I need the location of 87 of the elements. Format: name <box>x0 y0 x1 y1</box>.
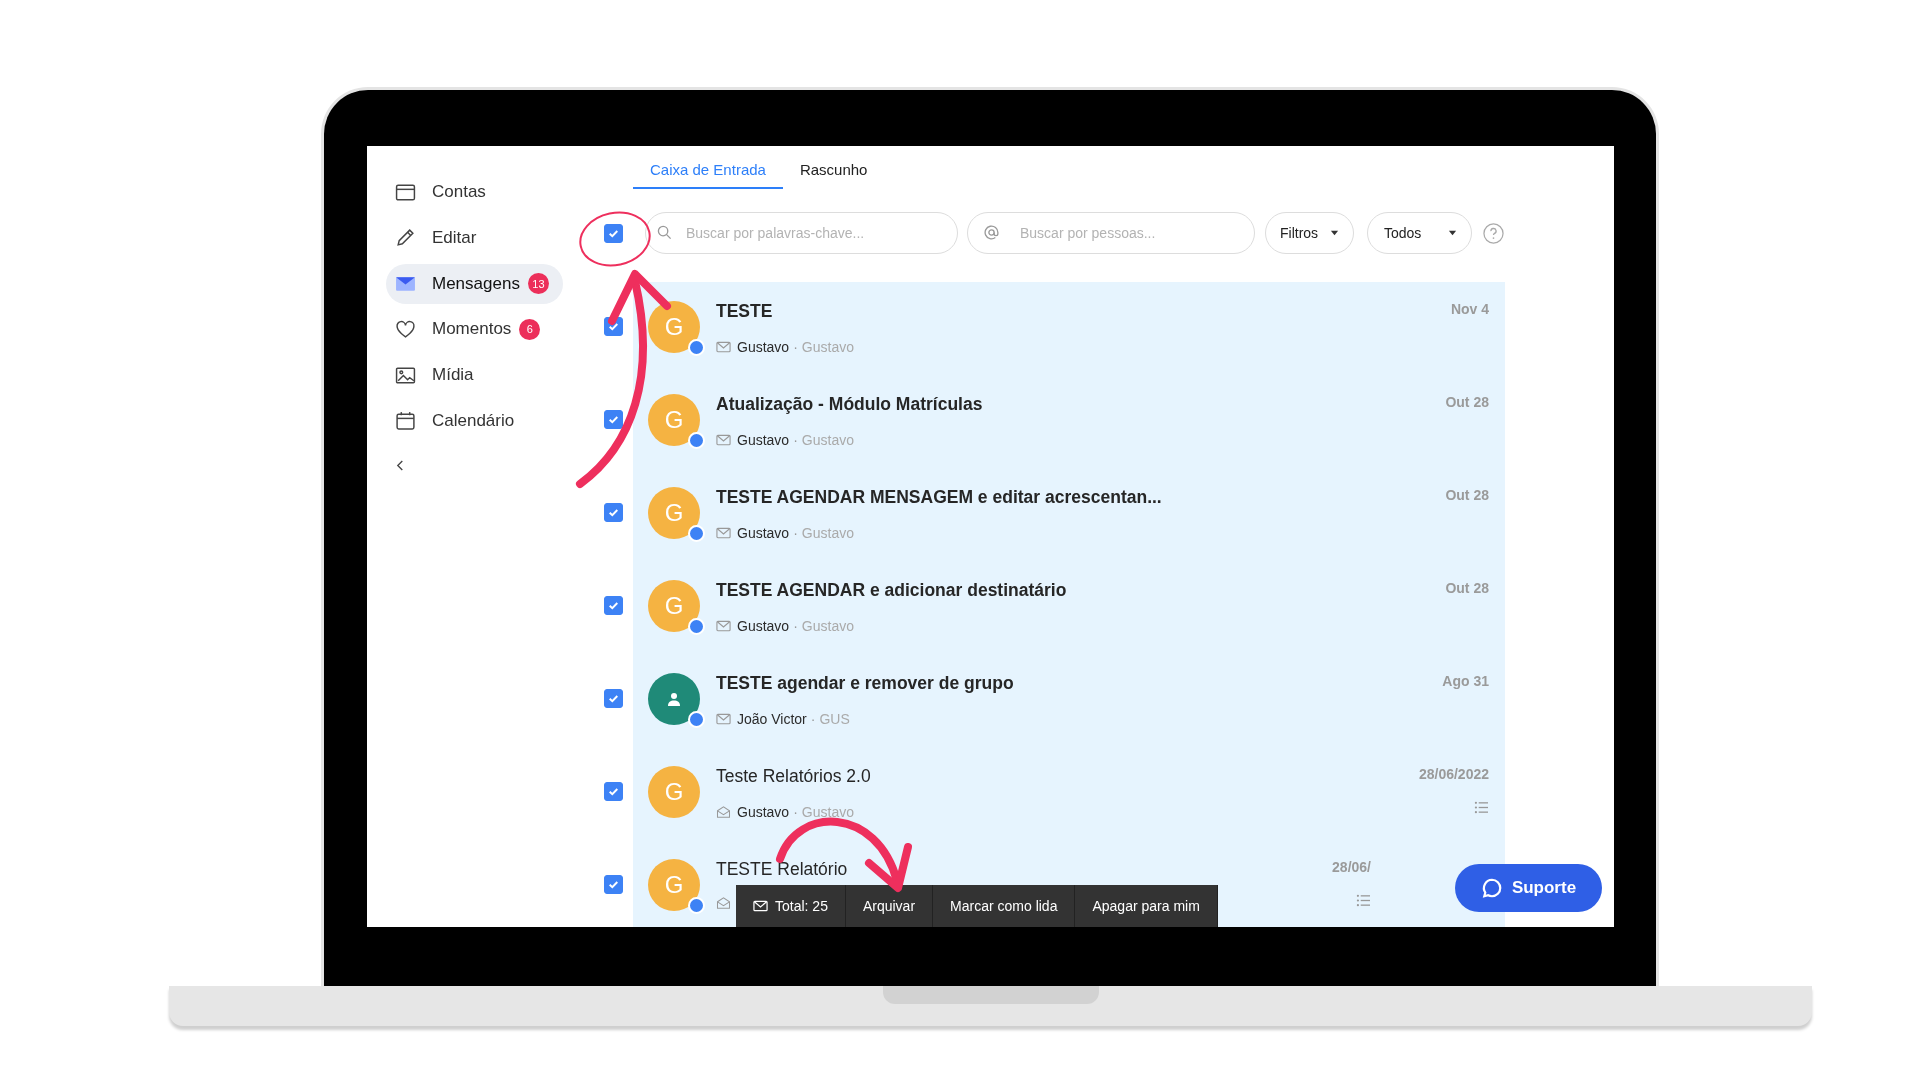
recipient-name: Gustavo <box>801 804 854 820</box>
check-icon <box>606 506 620 519</box>
row-checkbox[interactable] <box>603 503 623 522</box>
calendar-icon <box>395 410 416 432</box>
message-date: Ago 31 <box>1442 673 1489 689</box>
row-checkbox[interactable] <box>603 782 623 801</box>
chat-bubble-icon <box>1480 877 1503 899</box>
dropdown[interactable]: Todos <box>1367 212 1472 254</box>
message-subject: TESTE AGENDAR MENSAGEM e editar acrescentan... <box>716 487 1163 508</box>
tab[interactable]: Rascunho <box>782 146 885 189</box>
sidebar-item[interactable]: Calendário <box>386 401 563 441</box>
recipient-name: Gustavo <box>801 432 854 448</box>
envelope-icon <box>753 900 768 912</box>
message-subject: TESTE AGENDAR e adicionar destinatário <box>716 580 1068 601</box>
check-icon <box>606 692 620 705</box>
support-button[interactable]: Suporte <box>1455 864 1602 912</box>
caret-icon <box>1448 230 1457 236</box>
caret-icon <box>1330 230 1339 236</box>
check-icon <box>606 878 620 891</box>
sender-name: Gustavo <box>737 525 790 541</box>
sender-name: João Victor <box>737 711 807 727</box>
avatar: G <box>648 766 700 818</box>
check-icon <box>606 599 620 612</box>
message-date: Nov 4 <box>1450 301 1489 317</box>
sidebar-item[interactable]: Mensagens 13 <box>386 263 563 304</box>
recipient-name: GUS <box>819 711 850 727</box>
message-subject: TESTE <box>716 301 774 322</box>
action-button[interactable]: Apagar para mim <box>1075 885 1218 927</box>
message-item[interactable]: G Teste Relatórios 2.0 Gustavo · Gustavo 28/06/2022 <box>633 747 1505 840</box>
sender-name: Gustavo <box>737 432 790 448</box>
message-date: Out 28 <box>1445 580 1489 596</box>
sender-name: Gustavo <box>737 804 790 820</box>
window-icon <box>395 181 416 203</box>
recipient-name: Gustavo <box>801 618 854 634</box>
row-checkbox[interactable] <box>603 596 623 615</box>
check-icon <box>606 785 620 798</box>
at-sign-icon <box>984 225 999 240</box>
message-subject: Atualização - Módulo Matrículas <box>716 394 984 415</box>
row-checkbox[interactable] <box>603 689 623 708</box>
separator-dot: · <box>793 339 798 355</box>
dropdown[interactable]: Filtros <box>1265 212 1354 254</box>
pencil-icon <box>395 227 416 249</box>
row-checkbox[interactable] <box>603 875 623 894</box>
message-item[interactable]: G Atualização - Módulo Matrículas Gustavo · Gustavo Out 28 <box>633 375 1505 468</box>
message-date: Out 28 <box>1445 487 1489 503</box>
image-icon <box>395 364 416 386</box>
tab[interactable]: Caixa de Entrada <box>633 146 783 189</box>
search-icon <box>657 225 672 240</box>
message-item[interactable]: G TESTE Gustavo · Gustavo Nov 4 <box>633 282 1505 375</box>
action-button[interactable]: Arquivar <box>845 885 934 927</box>
message-item[interactable]: G TESTE AGENDAR MENSAGEM e editar acrescentan... Gustavo · Gustavo Out 28 <box>633 468 1505 561</box>
separator-dot: · <box>793 432 798 448</box>
sidebar-item[interactable]: Momentos 6 <box>386 309 563 350</box>
message-date: Out 28 <box>1445 394 1489 410</box>
message-subject: Teste Relatórios 2.0 <box>716 766 872 787</box>
action-button[interactable]: Marcar como lida <box>933 885 1076 927</box>
people-search-field[interactable]: Buscar por pessoas... <box>967 212 1255 254</box>
separator-dot: · <box>793 525 798 541</box>
chevron-left-icon[interactable] <box>396 458 405 472</box>
message-subject: TESTE Relatório <box>716 859 849 880</box>
select-all-checkbox[interactable] <box>603 223 623 243</box>
sidebar-item[interactable]: Contas <box>386 172 563 212</box>
row-checkbox[interactable] <box>603 410 623 429</box>
total-count: Total: 25 <box>775 898 828 914</box>
annotation-circle <box>579 211 651 267</box>
sender-name: Gustavo <box>737 618 790 634</box>
message-subject: TESTE agendar e remover de grupo <box>716 673 1015 694</box>
check-icon <box>606 320 620 333</box>
message-date: 28/06/2022 <box>1418 766 1489 782</box>
person-icon <box>666 691 682 707</box>
sidebar-item[interactable]: Editar <box>386 217 563 258</box>
count-badge: 6 <box>519 318 541 340</box>
separator-dot: · <box>810 711 816 727</box>
separator-dot: · <box>793 804 798 820</box>
heart-icon <box>395 318 416 340</box>
help-icon[interactable] <box>1483 222 1504 244</box>
keyword-search-field[interactable]: Buscar por palavras-chave... <box>645 212 958 254</box>
check-icon <box>606 413 620 426</box>
sidebar-item[interactable]: Mídia <box>386 355 563 396</box>
recipient-name: Gustavo <box>801 339 854 355</box>
message-date: 28/06/ <box>1332 859 1371 875</box>
recipient-name: Gustavo <box>801 525 854 541</box>
message-item[interactable]: TESTE agendar e remover de grupo João Victor · GUS Ago 31 <box>633 654 1505 747</box>
count-badge: 13 <box>527 273 549 295</box>
sender-name: Gustavo <box>737 339 790 355</box>
message-item[interactable]: G TESTE AGENDAR e adicionar destinatário Gustavo · Gustavo Out 28 <box>633 561 1505 654</box>
separator-dot: · <box>793 618 798 634</box>
